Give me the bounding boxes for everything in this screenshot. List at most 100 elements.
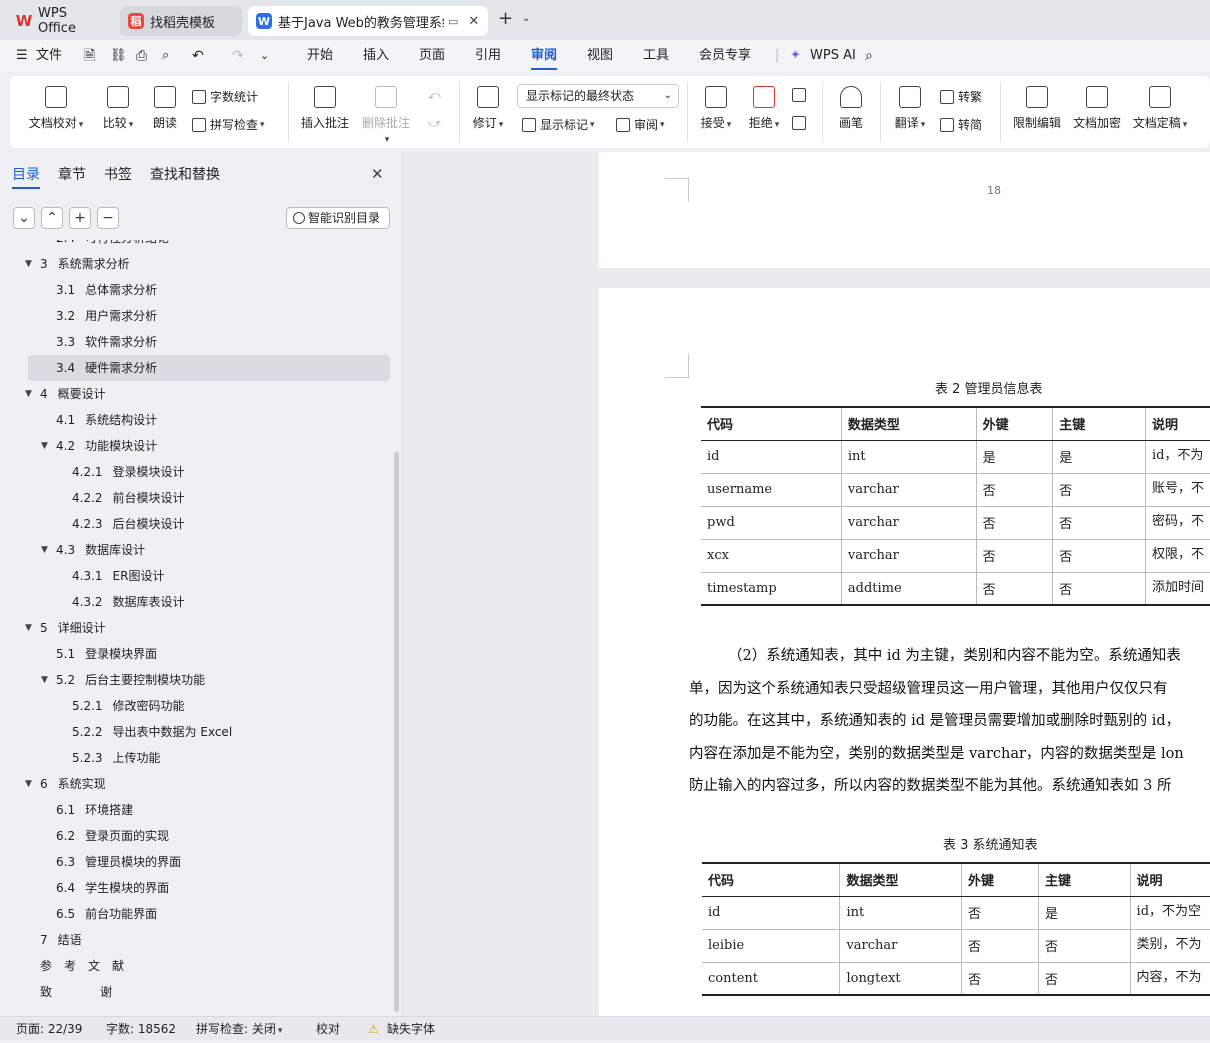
- expand-arrow-icon[interactable]: ▼: [25, 251, 32, 277]
- toc-item[interactable]: 7 结语: [0, 927, 392, 953]
- spell-check-button[interactable]: 拼写检查 ▾: [192, 116, 265, 133]
- next-comment-icon[interactable]: ⤻: [428, 116, 441, 131]
- toc-item[interactable]: 6.5 前台功能界面: [0, 901, 392, 927]
- admin-info-table[interactable]: 代码 数据类型 外键 主键 说明 id int 是是 id，不为 username varchar 否…: [701, 406, 1210, 606]
- menu-insert[interactable]: 插入: [363, 40, 389, 72]
- toc-item[interactable]: 5.2.3 上传功能: [0, 745, 392, 771]
- toc-item[interactable]: 3.4 硬件需求分析: [28, 355, 390, 381]
- toc-item[interactable]: ▼ 5 详细设计: [0, 615, 392, 641]
- toc-item[interactable]: 参 考 文 献: [0, 953, 392, 979]
- menu-wps-ai[interactable]: WPS AI: [810, 40, 856, 72]
- finalize-button[interactable]: 文档定稿 ▾: [1132, 86, 1188, 131]
- toc-item[interactable]: 5.2.2 导出表中数据为 Excel: [0, 719, 392, 745]
- new-tab-icon[interactable]: +: [498, 8, 513, 29]
- print-icon[interactable]: ⎙: [136, 40, 147, 72]
- expand-arrow-icon[interactable]: ▼: [25, 381, 32, 407]
- panel-tab-bookmark[interactable]: 书签: [104, 164, 132, 184]
- more-chevron-icon[interactable]: ⌄: [260, 40, 269, 72]
- undo-icon[interactable]: ↶: [192, 40, 204, 72]
- toc-item[interactable]: ▼ 5.2 后台主要控制模块功能: [0, 667, 392, 693]
- remove-heading-button[interactable]: −: [97, 207, 119, 229]
- toc-item[interactable]: 6.2 登录页面的实现: [0, 823, 392, 849]
- toc-item[interactable]: ▼ 4 概要设计: [0, 381, 392, 407]
- toc-item[interactable]: 6.3 管理员模块的界面: [0, 849, 392, 875]
- expand-arrow-icon[interactable]: ▼: [41, 667, 48, 693]
- reject-button[interactable]: 拒绝 ▾: [746, 86, 782, 131]
- toc-item[interactable]: 5.2.1 修改密码功能: [0, 693, 392, 719]
- toc-item[interactable]: ▼ 3 系统需求分析: [0, 251, 392, 277]
- close-panel-icon[interactable]: ✕: [371, 165, 384, 183]
- spell-check-status[interactable]: 拼写检查: 关闭 ▾: [196, 1017, 282, 1041]
- print-preview-icon[interactable]: ⌕: [162, 40, 169, 72]
- smart-toc-button[interactable]: 智能识别目录: [286, 207, 390, 229]
- expand-arrow-icon[interactable]: ▼: [25, 771, 32, 797]
- close-icon[interactable]: ✕: [468, 14, 479, 29]
- document-page[interactable]: 表 2 管理员信息表 代码 数据类型 外键 主键 说明 id int 是是 id，不为 usern…: [599, 288, 1210, 1016]
- toc-item[interactable]: 6.4 学生模块的界面: [0, 875, 392, 901]
- expand-up-button[interactable]: ⌃: [41, 207, 63, 229]
- menu-member[interactable]: 会员专享: [699, 40, 751, 72]
- toc-item[interactable]: ▼ 4.2 功能模块设计: [0, 433, 392, 459]
- page-indicator[interactable]: 页面: 22/39: [16, 1017, 82, 1041]
- tab-document[interactable]: W 基于Java Web的教务管理系统 ▭ ✕: [248, 6, 488, 36]
- accept-button[interactable]: 接受 ▾: [698, 86, 734, 131]
- toc-item[interactable]: 5.1 登录模块界面: [0, 641, 392, 667]
- toc-item[interactable]: 3.2 用户需求分析: [0, 303, 392, 329]
- tab-docer[interactable]: 稻 找稻壳模板: [120, 6, 242, 36]
- toc-item[interactable]: ▼ 6 系统实现: [0, 771, 392, 797]
- translate-button[interactable]: 翻译 ▾: [892, 86, 928, 131]
- menu-reference[interactable]: 引用: [475, 40, 501, 72]
- toc-item[interactable]: 4.1 系统结构设计: [0, 407, 392, 433]
- collapse-all-button[interactable]: ⌄: [13, 207, 35, 229]
- next-change-icon[interactable]: [792, 116, 810, 130]
- menu-tools[interactable]: 工具: [643, 40, 669, 72]
- markup-state-select[interactable]: 显示标记的最终状态 ⌄: [517, 84, 679, 108]
- insert-comment-button[interactable]: 插入批注: [300, 86, 350, 131]
- toc-item[interactable]: 4.2.2 前台模块设计: [0, 485, 392, 511]
- add-heading-button[interactable]: +: [69, 207, 91, 229]
- expand-arrow-icon[interactable]: ▼: [25, 615, 32, 641]
- toc-item[interactable]: 4.2.3 后台模块设计: [0, 511, 392, 537]
- redo-icon[interactable]: ↷: [232, 40, 244, 72]
- compare-button[interactable]: 比较 ▾: [98, 86, 138, 131]
- expand-arrow-icon[interactable]: ▼: [41, 433, 48, 459]
- delete-comment-button[interactable]: 删除批注▾: [360, 86, 412, 145]
- pen-button[interactable]: 画笔: [836, 86, 866, 131]
- proof-status[interactable]: 校对: [316, 1017, 340, 1041]
- hamburger-icon[interactable]: ☰: [16, 40, 28, 72]
- word-count-button[interactable]: 字数统计: [192, 88, 258, 105]
- toc-item[interactable]: 4.2.1 登录模块设计: [0, 459, 392, 485]
- chevron-down-icon[interactable]: ⌄: [522, 13, 530, 24]
- expand-arrow-icon[interactable]: ▼: [41, 537, 48, 563]
- menu-page[interactable]: 页面: [419, 40, 445, 72]
- toc-item[interactable]: 4.3.2 数据库表设计: [0, 589, 392, 615]
- panel-tab-find-replace[interactable]: 查找和替换: [150, 164, 220, 184]
- toc-item[interactable]: 3.3 软件需求分析: [0, 329, 392, 355]
- toc-item[interactable]: ▼ 4.3 数据库设计: [0, 537, 392, 563]
- panel-tab-toc[interactable]: 目录: [12, 164, 40, 189]
- review-pane-button[interactable]: 审阅 ▾: [616, 116, 665, 133]
- link-icon[interactable]: ⛓: [110, 40, 127, 72]
- toc-item[interactable]: 3.1 总体需求分析: [0, 277, 392, 303]
- menu-view[interactable]: 视图: [587, 40, 613, 72]
- monitor-icon[interactable]: ▭: [448, 15, 458, 28]
- revise-button[interactable]: 修订 ▾: [470, 86, 506, 131]
- to-simplified-button[interactable]: 转简: [940, 116, 982, 133]
- system-notice-table[interactable]: 代码 数据类型 外键 主键 说明 id int 否是 id，不为空 leibie varchar 否否…: [702, 862, 1210, 996]
- word-count[interactable]: 字数: 18562: [106, 1017, 176, 1041]
- toc-item[interactable]: 致 谢: [0, 979, 392, 1005]
- tab-wps-office[interactable]: W WPS Office: [8, 6, 116, 36]
- panel-scrollbar[interactable]: [394, 452, 399, 1012]
- encrypt-button[interactable]: 文档加密: [1072, 86, 1122, 131]
- prev-change-icon[interactable]: [792, 88, 810, 102]
- to-traditional-button[interactable]: 转繁: [940, 88, 982, 105]
- save-icon[interactable]: 🗎: [84, 40, 95, 72]
- proofread-button[interactable]: 文档校对 ▾: [28, 86, 84, 131]
- toc-item[interactable]: 2.4 可行性分析结论: [0, 240, 392, 251]
- missing-font-status[interactable]: 缺失字体: [387, 1017, 435, 1041]
- restrict-edit-button[interactable]: 限制编辑: [1012, 86, 1062, 131]
- show-marks-button[interactable]: 显示标记 ▾: [522, 116, 595, 133]
- menu-start[interactable]: 开始: [307, 40, 333, 72]
- prev-comment-icon[interactable]: ⤺: [428, 88, 441, 103]
- menu-review[interactable]: 审阅: [531, 40, 558, 72]
